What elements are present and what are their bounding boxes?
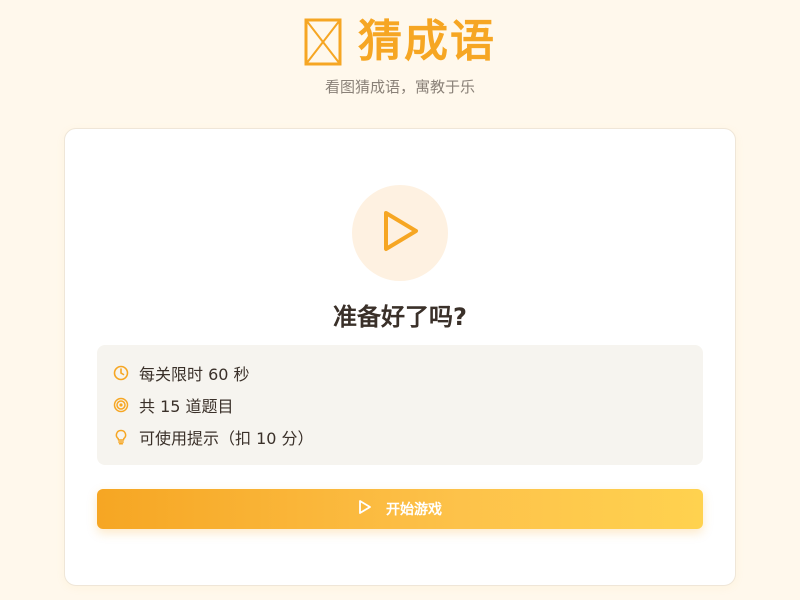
app-subtitle: 看图猜成语，寓教于乐 [324,78,475,96]
broken-image-icon [304,18,342,66]
start-game-button[interactable]: 开始游戏 [97,489,703,529]
play-icon [358,499,372,519]
header: 猜成语 看图猜成语，寓教于乐 [0,14,800,97]
lightbulb-icon [113,429,129,445]
target-icon [113,397,129,413]
rule-item-time-limit: 每关限时 60 秒 [113,361,250,385]
app-title: 猜成语 [358,16,496,67]
game-page: 猜成语 看图猜成语，寓教于乐 准备好了吗? 每关限时 60 秒 共 15 道题目… [0,0,800,600]
play-icon [380,209,420,257]
rule-text: 每关限时 60 秒 [139,365,250,384]
ready-heading: 准备好了吗? [333,303,467,331]
start-card: 准备好了吗? 每关限时 60 秒 共 15 道题目 可使用提示（扣 10 分） … [64,128,736,586]
start-game-label: 开始游戏 [386,502,442,518]
title-row: 猜成语 [0,14,800,70]
rule-item-question-count: 共 15 道题目 [113,393,234,417]
rule-item-hint: 可使用提示（扣 10 分） [113,425,314,449]
clock-icon [113,365,129,381]
rules-box: 每关限时 60 秒 共 15 道题目 可使用提示（扣 10 分） [97,345,703,465]
play-circle [352,185,448,281]
rule-text: 可使用提示（扣 10 分） [139,429,314,448]
rule-text: 共 15 道题目 [139,397,234,416]
